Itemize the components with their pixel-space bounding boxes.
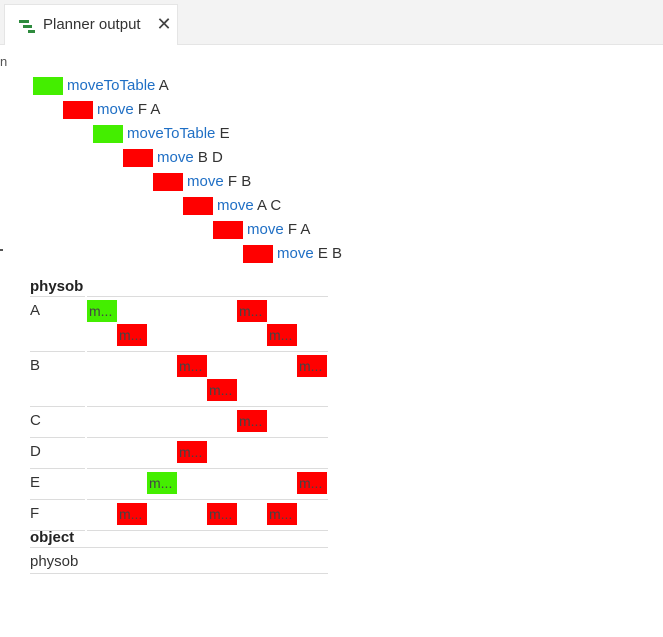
step-text: moveToTable A: [67, 77, 169, 95]
step-text: move F A: [97, 101, 160, 119]
timeline-action-chip[interactable]: m...: [117, 324, 147, 346]
planner-tree-icon: [19, 19, 35, 33]
object-section-title: object: [30, 529, 75, 546]
timeline-row-label: E: [30, 474, 41, 491]
object-type-item[interactable]: physob: [30, 553, 78, 570]
step-action-link[interactable]: move: [277, 245, 314, 262]
row-divider: [87, 351, 328, 352]
step-color-swatch: [213, 221, 243, 239]
edge-glyph: n: [0, 54, 8, 69]
close-icon[interactable]: ✕: [153, 13, 175, 35]
row-divider: [87, 437, 328, 438]
timeline-action-chip[interactable]: m...: [297, 472, 327, 494]
timeline-action-chip[interactable]: m...: [117, 503, 147, 525]
row-divider: [87, 406, 328, 407]
step-action-link[interactable]: moveToTable: [67, 77, 155, 94]
timeline-action-chip[interactable]: m...: [237, 300, 267, 322]
object-divider: [30, 547, 328, 548]
timeline-row-label: D: [30, 443, 41, 460]
step-color-swatch: [123, 149, 153, 167]
step-text: move A C: [217, 197, 281, 215]
timeline-action-chip[interactable]: m...: [237, 410, 267, 432]
row-divider: [87, 468, 328, 469]
step-args: E: [219, 125, 230, 142]
step-action-link[interactable]: moveToTable: [127, 125, 215, 142]
timeline-action-chip[interactable]: m...: [267, 503, 297, 525]
timeline-action-chip[interactable]: m...: [177, 441, 207, 463]
object-divider: [30, 573, 328, 574]
timeline-action-chip[interactable]: m...: [207, 503, 237, 525]
step-text: move B D: [157, 149, 223, 167]
tab-planner-output[interactable]: Planner output ✕: [4, 4, 178, 45]
step-args: A C: [257, 197, 282, 214]
timeline-action-chip[interactable]: m...: [207, 379, 237, 401]
step-args: F B: [227, 173, 252, 190]
step-text: move E B: [277, 245, 342, 263]
row-divider: [87, 296, 328, 297]
tab-title: Planner output: [43, 16, 141, 33]
step-color-swatch: [243, 245, 273, 263]
step-text: move F B: [187, 173, 251, 191]
physob-section-title: physob: [30, 278, 84, 295]
step-args: B D: [197, 149, 223, 166]
step-action-link[interactable]: move: [217, 197, 254, 214]
row-divider: [30, 468, 85, 469]
row-divider: [30, 437, 85, 438]
row-divider: [30, 351, 85, 352]
timeline-action-chip[interactable]: m...: [267, 324, 297, 346]
tab-bar: Planner output ✕: [0, 0, 663, 45]
row-divider: [87, 499, 328, 500]
timeline-action-chip[interactable]: m...: [177, 355, 207, 377]
edge-marker: [0, 249, 3, 251]
row-divider: [30, 296, 85, 297]
step-args: F A: [287, 221, 311, 238]
row-divider: [30, 499, 85, 500]
step-color-swatch: [33, 77, 63, 95]
timeline-row-label: C: [30, 412, 41, 429]
timeline-action-chip[interactable]: m...: [87, 300, 117, 322]
timeline-row-label: A: [30, 302, 41, 319]
step-action-link[interactable]: move: [187, 173, 224, 190]
timeline-action-chip[interactable]: m...: [147, 472, 177, 494]
step-color-swatch: [93, 125, 123, 143]
step-color-swatch: [63, 101, 93, 119]
step-color-swatch: [153, 173, 183, 191]
step-action-link[interactable]: move: [247, 221, 284, 238]
step-args: F A: [137, 101, 161, 118]
step-action-link[interactable]: move: [157, 149, 194, 166]
step-text: moveToTable E: [127, 125, 230, 143]
timeline-row-label: F: [30, 505, 40, 522]
row-divider: [30, 406, 85, 407]
step-args: E B: [317, 245, 343, 262]
step-args: A: [158, 77, 169, 94]
row-divider: [87, 530, 328, 531]
step-text: move F A: [247, 221, 310, 239]
step-action-link[interactable]: move: [97, 101, 134, 118]
timeline-row-label: B: [30, 357, 41, 374]
timeline-action-chip[interactable]: m...: [297, 355, 327, 377]
step-color-swatch: [183, 197, 213, 215]
